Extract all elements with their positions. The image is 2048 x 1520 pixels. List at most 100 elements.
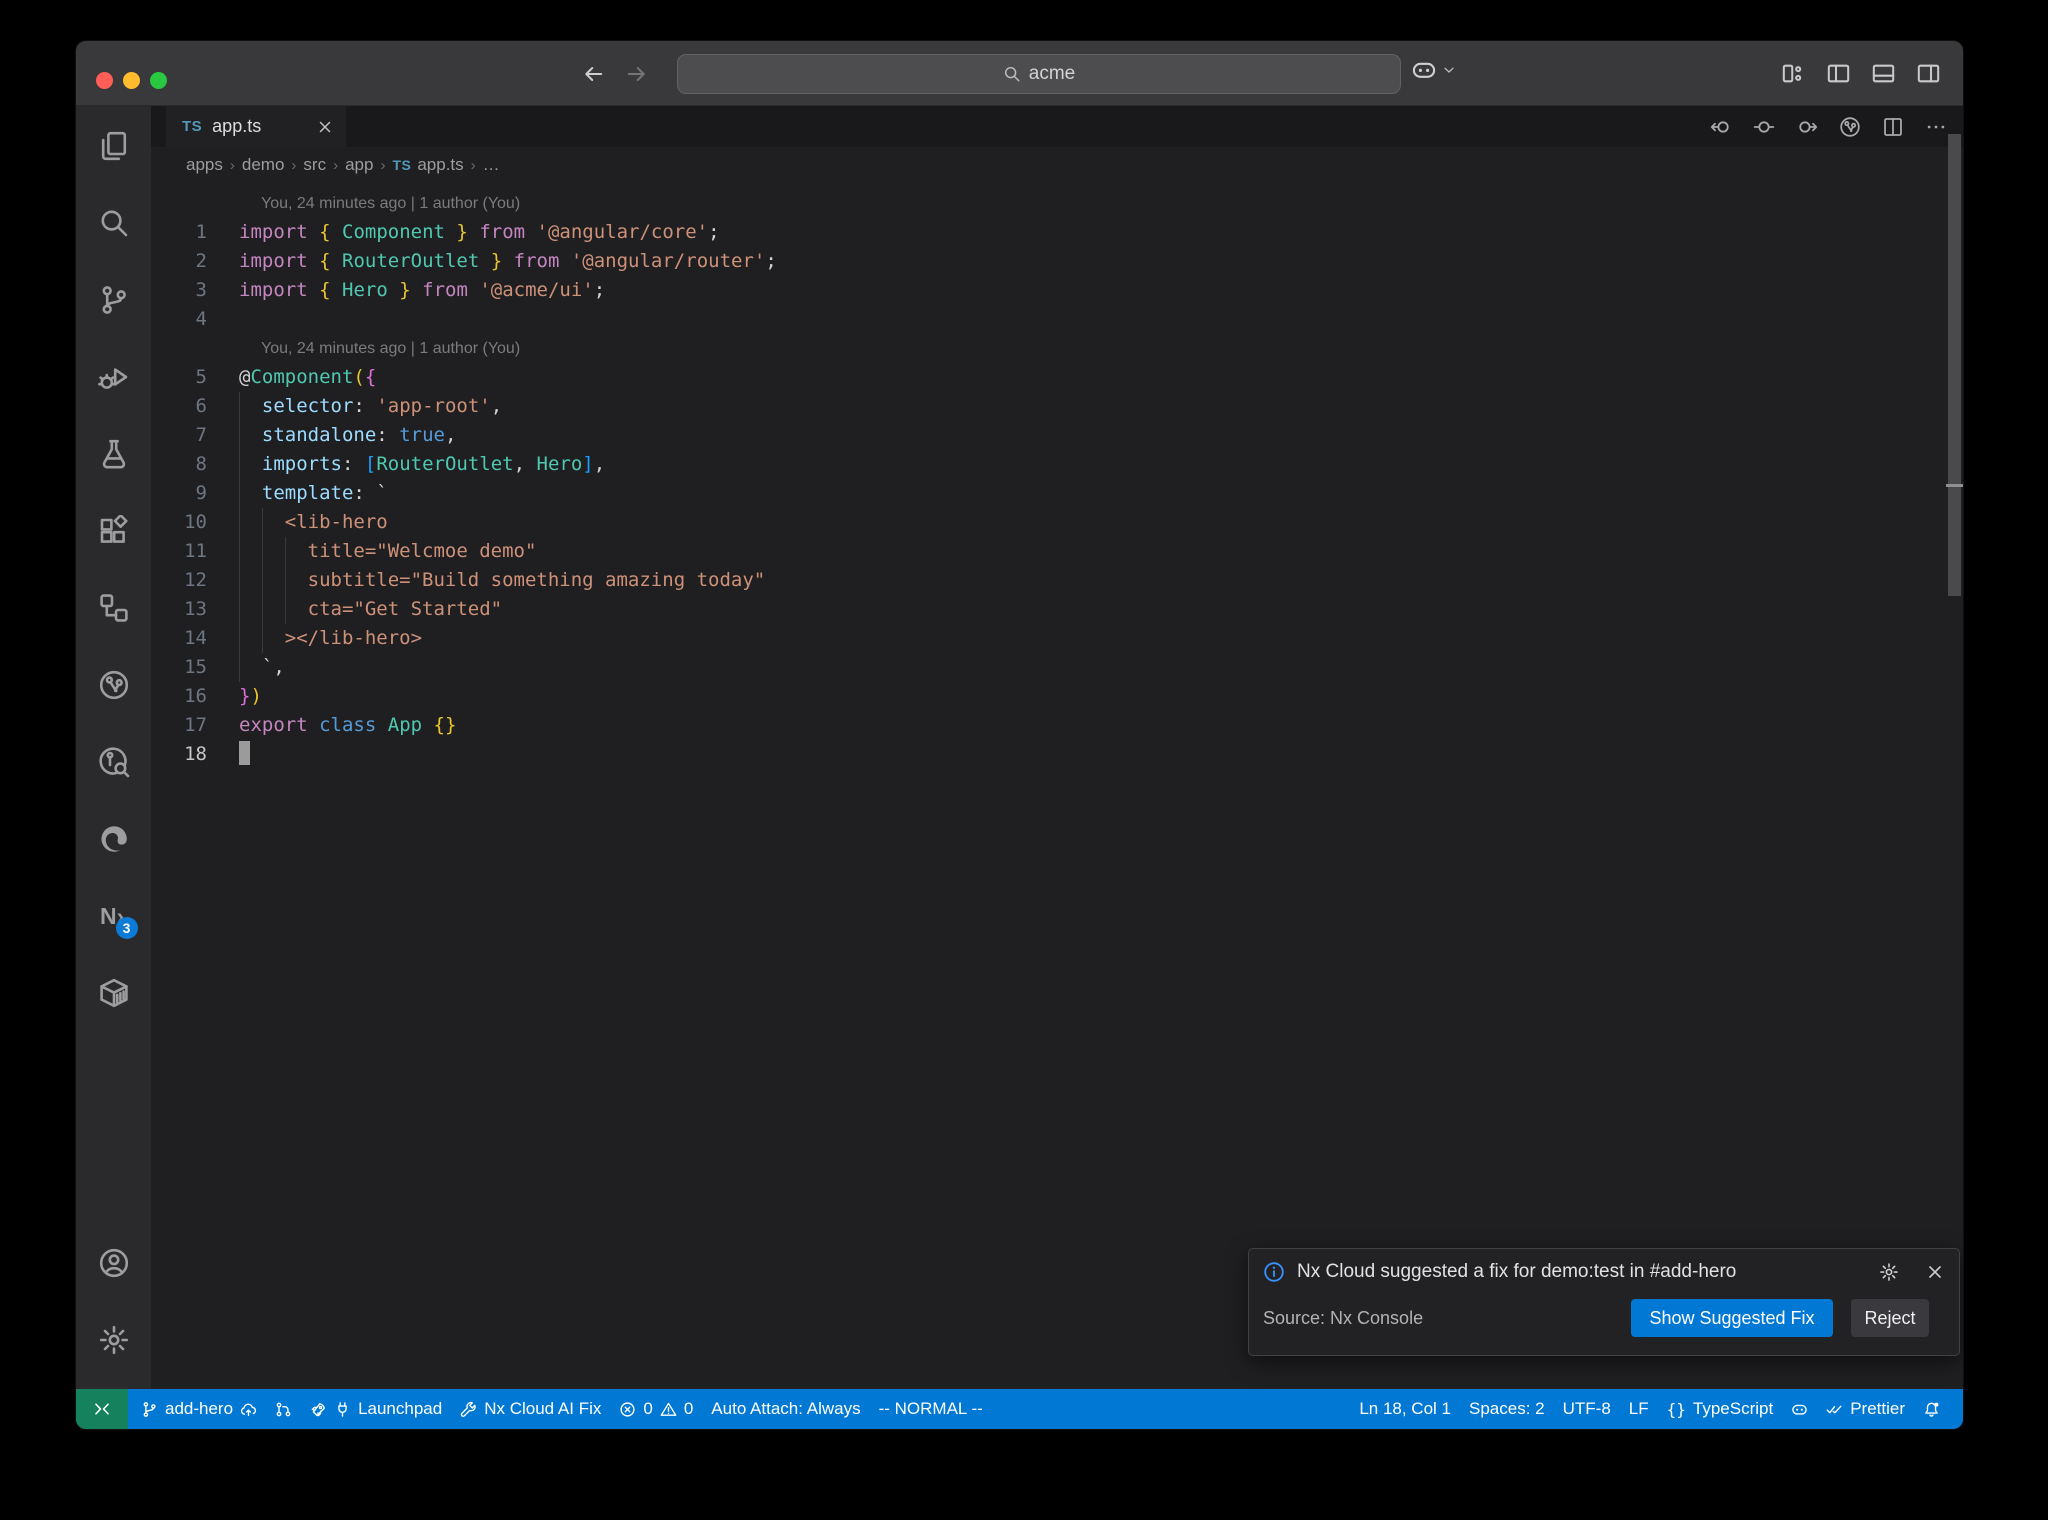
minimize-window-button[interactable] (123, 72, 140, 89)
activity-containers[interactable] (88, 967, 140, 1019)
activity-search[interactable] (88, 197, 140, 249)
breadcrumb-item-appts[interactable]: TS app.ts (392, 155, 463, 175)
show-suggested-fix-button[interactable]: Show Suggested Fix (1631, 1299, 1833, 1337)
code-line-1[interactable]: 1 import { Component } from '@angular/cor… (151, 218, 1963, 247)
line-number: 13 (184, 598, 207, 620)
activity-explorer[interactable] (88, 120, 140, 172)
nav-position-icon[interactable] (1753, 116, 1775, 138)
layout-controls (1781, 41, 1941, 106)
activity-settings[interactable] (88, 1314, 140, 1366)
status-problems[interactable]: 00 (610, 1389, 702, 1429)
more-actions-icon[interactable] (1925, 116, 1947, 138)
status-launchpad[interactable]: Launchpad (301, 1389, 451, 1429)
code-line-12[interactable]: 12 subtitle="Build something amazing tod… (151, 566, 1963, 595)
status-cursor-position[interactable]: Ln 18, Col 1 (1350, 1389, 1460, 1429)
badge: 3 (115, 917, 138, 939)
code-line-9[interactable]: 9 template: ` (151, 479, 1963, 508)
activity-edge-tools[interactable] (88, 813, 140, 865)
breadcrumb-item-app[interactable]: app (345, 155, 373, 175)
code-line-18[interactable]: 18 (151, 740, 1963, 769)
breadcrumb-item-src[interactable]: src (303, 155, 326, 175)
search-icon (1003, 65, 1021, 83)
breadcrumb-item-demo[interactable]: demo (242, 155, 285, 175)
code-line-2[interactable]: 2 import { RouterOutlet } from '@angular/… (151, 247, 1963, 276)
code-line-13[interactable]: 13 cta="Get Started" (151, 595, 1963, 624)
activity-circle-branch[interactable] (88, 659, 140, 711)
notification-settings-gear-icon[interactable] (1879, 1262, 1899, 1282)
circle-branch-icon[interactable] (1839, 116, 1861, 138)
code-line-16[interactable]: 16}) (151, 682, 1963, 711)
zoom-window-button[interactable] (150, 72, 167, 89)
status-formatter[interactable]: Prettier (1817, 1389, 1914, 1429)
activity-nx-console[interactable]: N› 3 (88, 890, 140, 942)
remote-indicator[interactable] (76, 1389, 128, 1429)
code-line-14[interactable]: 14 ></lib-hero> (151, 624, 1963, 653)
activity-extensions[interactable] (88, 505, 140, 557)
code-line-3[interactable]: 3 import { Hero } from '@acme/ui'; (151, 276, 1963, 305)
breadcrumb-item-apps[interactable]: apps (186, 155, 223, 175)
split-editor-icon[interactable] (1882, 116, 1904, 138)
status-notifications-bell[interactable] (1914, 1389, 1949, 1429)
indent-guide (261, 595, 263, 624)
status-bar-right: Ln 18, Col 1 Spaces: 2 UTF-8 LF {} TypeScript… (1350, 1389, 1963, 1429)
settings-icon (98, 1324, 130, 1356)
activity-project-structure[interactable] (88, 582, 140, 634)
nav-forward-icon[interactable] (1796, 116, 1818, 138)
code-line-7[interactable]: 7 standalone: true, (151, 421, 1963, 450)
history-back-icon[interactable] (581, 62, 605, 86)
status-eol[interactable]: LF (1620, 1389, 1658, 1429)
status-copilot[interactable] (1782, 1389, 1817, 1429)
tab-app-ts[interactable]: TS app.ts (166, 106, 346, 147)
code-editor[interactable]: You, 24 minutes ago | 1 author (You) 1 imp… (151, 183, 1963, 1389)
notification-title: Nx Cloud suggested a fix for demo:test i… (1297, 1261, 1737, 1282)
code-line-4[interactable]: 4 (151, 305, 1963, 334)
code-line-5[interactable]: 5 @Component({ (151, 363, 1963, 392)
code-line-10[interactable]: 10 <lib-hero (151, 508, 1963, 537)
toggle-panel-left-icon[interactable] (1826, 61, 1851, 86)
activity-gitlens-inspect[interactable] (88, 736, 140, 788)
code-line-8[interactable]: 8 imports: [RouterOutlet, Hero], (151, 450, 1963, 479)
cloud-upload-icon (240, 1401, 257, 1418)
bell-dot-icon (1923, 1401, 1940, 1418)
status-bar-left: add-hero Launchpad Nx Cloud AI Fix 0 0 Auto A… (128, 1389, 1350, 1429)
activity-run-debug[interactable] (88, 351, 140, 403)
code-line-11[interactable]: 11 title="Welcmoe demo" (151, 537, 1963, 566)
activity-source-control[interactable] (88, 274, 140, 326)
indent-guide (261, 566, 263, 595)
status-git-branch[interactable]: add-hero (132, 1389, 266, 1429)
tab-close-icon[interactable] (316, 118, 334, 136)
breadcrumb-item-[interactable]: … (483, 155, 500, 175)
reject-button[interactable]: Reject (1851, 1299, 1929, 1337)
status-language-mode[interactable]: {} TypeScript (1658, 1389, 1783, 1429)
status-nx-cloud-ai-fix[interactable]: Nx Cloud AI Fix (451, 1389, 610, 1429)
status-vim-mode[interactable]: -- NORMAL -- (870, 1389, 992, 1429)
edge-tools-icon (98, 823, 130, 855)
status-indentation[interactable]: Spaces: 2 (1460, 1389, 1554, 1429)
status-encoding[interactable]: UTF-8 (1554, 1389, 1620, 1429)
notification-close-icon[interactable] (1925, 1262, 1945, 1282)
toggle-panel-bottom-icon[interactable] (1871, 61, 1896, 86)
history-forward-icon[interactable] (625, 62, 649, 86)
toggle-panel-right-icon[interactable] (1916, 61, 1941, 86)
code-line-6[interactable]: 6 selector: 'app-root', (151, 392, 1963, 421)
code-lines: You, 24 minutes ago | 1 author (You) 1 imp… (151, 189, 1963, 769)
graph-icon (275, 1401, 292, 1418)
breadcrumb-separator: › (229, 156, 235, 174)
code-line-15[interactable]: 15 `, (151, 653, 1963, 682)
command-center-search[interactable]: acme (677, 54, 1401, 94)
activity-bar-bottom (88, 1237, 140, 1389)
nav-back-icon[interactable] (1710, 116, 1732, 138)
code-line-17[interactable]: 17 export class App {} (151, 711, 1963, 740)
activity-account[interactable] (88, 1237, 140, 1289)
vertical-scrollbar[interactable] (1948, 134, 1961, 596)
blame-annotation: You, 24 minutes ago | 1 author (You) (261, 340, 521, 357)
editor-cursor (239, 741, 250, 765)
customize-layout-icon[interactable] (1781, 61, 1806, 86)
label: UTF-8 (1562, 1399, 1611, 1418)
close-window-button[interactable] (96, 72, 113, 89)
copilot-menu[interactable] (1411, 57, 1457, 83)
status-auto-attach[interactable]: Auto Attach: Always (702, 1389, 869, 1429)
plug-icon (334, 1401, 351, 1418)
status-commit-graph[interactable] (266, 1389, 301, 1429)
activity-testing[interactable] (88, 428, 140, 480)
